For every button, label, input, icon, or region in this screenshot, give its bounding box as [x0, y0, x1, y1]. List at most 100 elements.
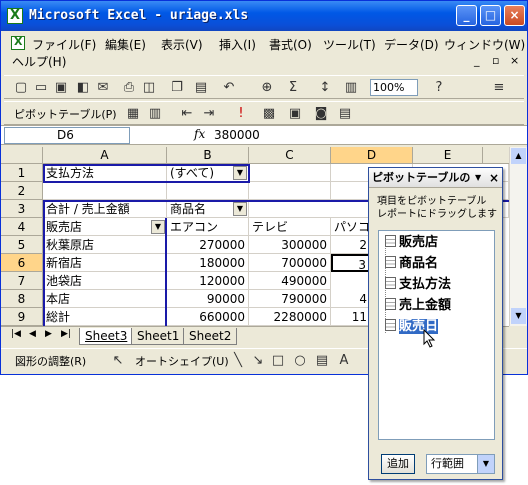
cell-a8[interactable]: 本店 [43, 290, 167, 308]
cell-b4[interactable]: エアコン [167, 218, 249, 236]
line-icon[interactable]: ╲ [229, 352, 247, 369]
draw-adjust-menu[interactable]: 図形の調整(R) [15, 353, 86, 369]
cell-b6[interactable]: 180000 [167, 254, 249, 272]
cell-a1[interactable]: 支払方法 [43, 164, 167, 182]
select-pointer-icon[interactable]: ↖ [109, 352, 127, 369]
wordart-icon[interactable]: A [335, 352, 353, 369]
zoom-select[interactable]: 100% [370, 79, 418, 96]
cell-c8[interactable]: 790000 [249, 290, 331, 308]
field-settings-icon[interactable]: ◙ [312, 105, 330, 122]
new-icon[interactable]: ▢ [12, 79, 30, 96]
select-all-corner[interactable] [1, 147, 43, 164]
include-hidden-icon[interactable]: ▩ [260, 105, 278, 122]
column-header-d[interactable]: D [331, 147, 413, 164]
cell-a5[interactable]: 秋葉原店 [43, 236, 167, 254]
cell-b8[interactable]: 90000 [167, 290, 249, 308]
row-header[interactable]: 3 [1, 200, 43, 218]
permission-icon[interactable]: ◧ [74, 79, 92, 96]
cell-b5[interactable]: 270000 [167, 236, 249, 254]
cell-c1[interactable] [249, 164, 331, 182]
menu-window[interactable]: ウィンドウ(W) [444, 36, 525, 53]
cell-d8[interactable]: 4 [331, 290, 371, 308]
column-header-e[interactable]: E [413, 147, 483, 164]
cell-a9[interactable]: 総計 [43, 308, 167, 326]
maximize-button[interactable]: □ [480, 5, 501, 26]
tab-sheet3[interactable]: Sheet3 [79, 328, 134, 345]
row-header[interactable]: 9 [1, 308, 43, 326]
cell-c9[interactable]: 2280000 [249, 308, 331, 326]
textbox-icon[interactable]: ▤ [313, 352, 331, 369]
menu-data[interactable]: データ(D) [384, 36, 439, 53]
document-icon[interactable] [11, 35, 25, 50]
cell-a4[interactable]: 販売店 [43, 218, 167, 236]
first-sheet-icon[interactable]: |◀ [11, 329, 21, 339]
tab-sheet2[interactable]: Sheet2 [183, 328, 238, 345]
open-icon[interactable]: ▭ [32, 79, 50, 96]
cell-a2[interactable] [43, 182, 167, 200]
doc-minimize-button[interactable]: _ [474, 54, 480, 67]
align-icon[interactable]: ≡ [490, 79, 508, 96]
help-icon[interactable]: ? [430, 79, 448, 96]
arrow-icon[interactable]: ↘ [249, 352, 267, 369]
cell-d6-active[interactable]: 3 [331, 254, 371, 272]
cell-a3[interactable]: 合計 / 売上金額 [43, 200, 167, 218]
save-icon[interactable]: ▣ [52, 79, 70, 96]
cell-c2[interactable] [249, 182, 331, 200]
menu-view[interactable]: 表示(V) [161, 36, 203, 53]
menu-file[interactable]: ファイル(F) [32, 36, 96, 53]
column-field-dropdown-icon[interactable]: ▼ [233, 202, 247, 216]
copy-icon[interactable]: ❐ [168, 79, 186, 96]
pivot-chart-icon[interactable]: ▥ [146, 105, 164, 122]
doc-close-button[interactable]: × [510, 54, 519, 67]
row-header[interactable]: 4 [1, 218, 43, 236]
row-field-dropdown-icon[interactable]: ▼ [151, 220, 165, 234]
last-sheet-icon[interactable]: ▶| [61, 329, 71, 339]
close-button[interactable]: × [504, 5, 525, 26]
menu-tools[interactable]: ツール(T) [323, 36, 376, 53]
chevron-down-icon[interactable]: ▼ [477, 455, 494, 473]
rectangle-icon[interactable]: □ [269, 352, 287, 369]
menu-edit[interactable]: 編集(E) [105, 36, 146, 53]
row-header[interactable]: 2 [1, 182, 43, 200]
cell-b9[interactable]: 660000 [167, 308, 249, 326]
scroll-up-icon[interactable]: ▲ [511, 148, 526, 164]
field-list-icon[interactable]: ▤ [336, 105, 354, 122]
column-header-c[interactable]: C [249, 147, 331, 164]
cell-b7[interactable]: 120000 [167, 272, 249, 290]
vertical-scrollbar[interactable]: ▲ ▼ [509, 147, 527, 326]
hide-detail-icon[interactable]: ⇤ [178, 105, 196, 122]
cell-d5[interactable]: 2 [331, 236, 371, 254]
page-field-dropdown-icon[interactable]: ▼ [233, 166, 247, 180]
fx-icon[interactable]: fx [194, 127, 205, 141]
row-header[interactable]: 6 [1, 254, 43, 272]
menu-format[interactable]: 書式(O) [269, 36, 312, 53]
autosum-icon[interactable]: Σ [284, 79, 302, 96]
always-display-icon[interactable]: ▣ [286, 105, 304, 122]
tab-sheet1[interactable]: Sheet1 [131, 328, 186, 345]
cell-b2[interactable] [167, 182, 249, 200]
menu-help[interactable]: ヘルプ(H) [12, 53, 66, 70]
column-header-a[interactable]: A [43, 147, 167, 164]
undo-icon[interactable]: ↶ [220, 79, 238, 96]
add-to-button[interactable]: 追加 [381, 454, 415, 474]
print-icon[interactable]: ⎙ [120, 79, 138, 96]
cell-c6[interactable]: 700000 [249, 254, 331, 272]
print-preview-icon[interactable]: ◫ [140, 79, 158, 96]
row-header[interactable]: 7 [1, 272, 43, 290]
oval-icon[interactable]: ○ [291, 352, 309, 369]
cell-a6[interactable]: 新宿店 [43, 254, 167, 272]
cell-d9[interactable]: 11 [331, 308, 371, 326]
formula-value[interactable]: 380000 [214, 128, 260, 142]
refresh-icon[interactable]: ! [232, 105, 250, 122]
cell-c5[interactable]: 300000 [249, 236, 331, 254]
row-header[interactable]: 8 [1, 290, 43, 308]
name-box[interactable]: D6 [4, 127, 130, 144]
menu-insert[interactable]: 挿入(I) [219, 36, 256, 53]
cell-c7[interactable]: 490000 [249, 272, 331, 290]
area-select[interactable]: 行範囲 ▼ [426, 454, 495, 474]
field-item[interactable]: 売上金額 [385, 297, 451, 315]
hyperlink-icon[interactable]: ⊕ [258, 79, 276, 96]
chart-icon[interactable]: ▥ [342, 79, 360, 96]
scroll-down-icon[interactable]: ▼ [511, 308, 526, 324]
autoshape-menu[interactable]: オートシェイプ(U) [135, 353, 229, 369]
